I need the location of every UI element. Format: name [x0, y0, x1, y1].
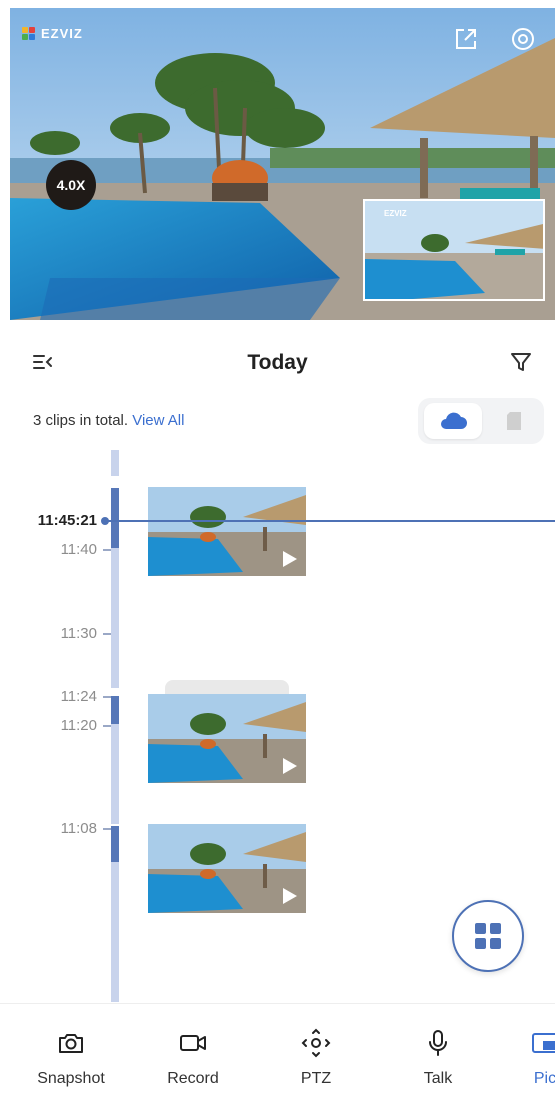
timeline-recording-segment — [111, 488, 119, 548]
timeline-track-segment — [111, 450, 119, 476]
clip-stack-indicator — [165, 680, 289, 694]
storage-source-toggle[interactable] — [418, 398, 544, 444]
play-icon — [280, 550, 298, 568]
timeline-track-segment — [111, 724, 119, 824]
picture-in-picture-preview[interactable]: EZVIZ — [363, 199, 545, 301]
timeline-tick — [103, 828, 111, 830]
time-label: 11:20 — [60, 717, 97, 734]
timeline-recording-segment — [111, 826, 119, 862]
ezviz-logo: EZVIZ — [22, 26, 83, 41]
ezviz-logo-icon — [22, 26, 36, 41]
playhead-dot[interactable] — [101, 517, 109, 525]
timeline-tick — [103, 725, 111, 727]
snapshot-label: Snapshot — [37, 1070, 105, 1087]
clip-thumbnail[interactable] — [148, 694, 306, 783]
picture-in-picture-button[interactable]: Pic — [495, 1028, 555, 1088]
timeline-tick — [103, 696, 111, 698]
ptz-label: PTZ — [300, 1070, 332, 1087]
picture-in-picture-icon — [530, 1028, 555, 1058]
time-label: 11:30 — [60, 625, 97, 642]
current-time-label: 11:45:21 — [37, 512, 97, 529]
live-view[interactable]: EZVIZ 4.0X EZVIZ — [10, 8, 555, 320]
filter-icon[interactable] — [508, 348, 534, 376]
talk-label: Talk — [423, 1070, 453, 1087]
play-icon — [280, 757, 298, 775]
timeline-tick — [103, 633, 111, 635]
record-button[interactable]: Record — [143, 1028, 243, 1088]
ptz-icon — [301, 1028, 331, 1058]
sd-card-option[interactable] — [490, 403, 538, 439]
microphone-icon — [423, 1028, 453, 1058]
playback-header: Today — [0, 340, 555, 386]
open-external-icon[interactable] — [453, 26, 479, 52]
date-title[interactable]: Today — [0, 351, 555, 375]
zoom-level-badge[interactable]: 4.0X — [46, 160, 96, 210]
timeline-tick — [103, 549, 111, 551]
pip-ezviz-logo-icon — [373, 210, 381, 218]
time-label: 11:40 — [60, 541, 97, 558]
video-icon — [178, 1028, 208, 1058]
time-label: 11:24 — [60, 688, 97, 705]
camera-icon — [56, 1028, 86, 1058]
talk-button[interactable]: Talk — [388, 1028, 488, 1088]
timeline-track-segment — [111, 862, 119, 1002]
cloud-storage-option[interactable] — [424, 403, 482, 439]
grid-icon — [475, 923, 501, 949]
bottom-toolbar: Snapshot Record PTZ Talk Pic — [0, 1003, 555, 1101]
pip-ezviz-logo-text: EZVIZ — [384, 209, 407, 218]
clip-thumbnail[interactable] — [148, 824, 306, 913]
ezviz-logo-text: EZVIZ — [41, 26, 83, 41]
record-label: Record — [167, 1070, 219, 1087]
time-label: 11:08 — [60, 820, 97, 837]
timeline-recording-segment — [111, 696, 119, 724]
grid-view-button[interactable] — [452, 900, 524, 972]
sd-card-icon — [507, 412, 521, 430]
snapshot-button[interactable]: Snapshot — [21, 1028, 121, 1088]
clips-summary: 3 clips in total. View All — [33, 412, 184, 429]
settings-icon[interactable] — [510, 26, 536, 52]
clip-thumbnail[interactable] — [148, 487, 306, 576]
ptz-button[interactable]: PTZ — [266, 1028, 366, 1088]
picture-in-picture-label: Pic — [533, 1070, 555, 1087]
playhead-line[interactable] — [104, 520, 555, 522]
play-icon — [280, 887, 298, 905]
view-all-link[interactable]: View All — [132, 412, 184, 429]
timeline-track-segment — [111, 548, 119, 688]
cloud-icon — [441, 412, 467, 429]
pip-ezviz-logo: EZVIZ — [373, 209, 407, 218]
clips-count-text: 3 clips in total. — [33, 412, 129, 429]
